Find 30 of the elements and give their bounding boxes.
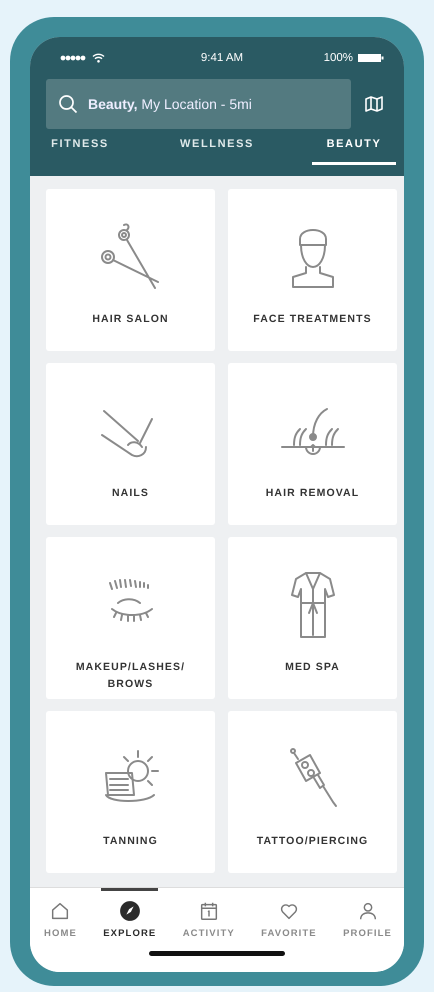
category-tile[interactable]: NAILS — [46, 363, 215, 525]
robe-icon — [290, 572, 334, 638]
category-tile[interactable]: HAIR SALON — [46, 189, 215, 351]
battery-icon — [358, 53, 384, 63]
search-field[interactable]: Beauty, My Location - 5mi — [46, 79, 351, 129]
map-icon — [365, 96, 383, 112]
category-tab[interactable]: BEAUTY — [312, 137, 396, 165]
finger-icon — [100, 410, 152, 458]
category-tile[interactable]: MAKEUP/LASHES/ BROWS — [46, 537, 215, 699]
category-tile[interactable]: FACE TREATMENTS — [228, 189, 397, 351]
category-tile[interactable]: MED SPA — [228, 537, 397, 699]
eyelash-icon — [108, 579, 152, 622]
person-icon — [292, 229, 334, 288]
signal-icon — [60, 55, 86, 61]
category-tile[interactable]: TANNING — [46, 711, 215, 873]
compass-icon — [118, 900, 141, 922]
wifi-icon — [92, 53, 105, 63]
clock-time: 9:41 AM — [200, 52, 244, 64]
tanning-bed-icon — [104, 750, 158, 802]
search-icon — [58, 94, 78, 114]
nav-tab[interactable]: EXPLORE — [101, 888, 158, 939]
category-tile[interactable]: HAIR REMOVAL — [228, 363, 397, 525]
tattoo-machine-icon — [290, 748, 336, 807]
category-tile[interactable]: TATTOO/PIERCING — [228, 711, 397, 873]
scissors-icon — [100, 223, 158, 289]
category-tab[interactable]: WELLNESS — [175, 137, 259, 165]
category-tab[interactable]: FITNESS — [38, 137, 122, 165]
hair-follicle-icon — [280, 408, 344, 455]
map-button[interactable] — [365, 96, 383, 112]
battery-percent: 100% — [324, 52, 353, 64]
